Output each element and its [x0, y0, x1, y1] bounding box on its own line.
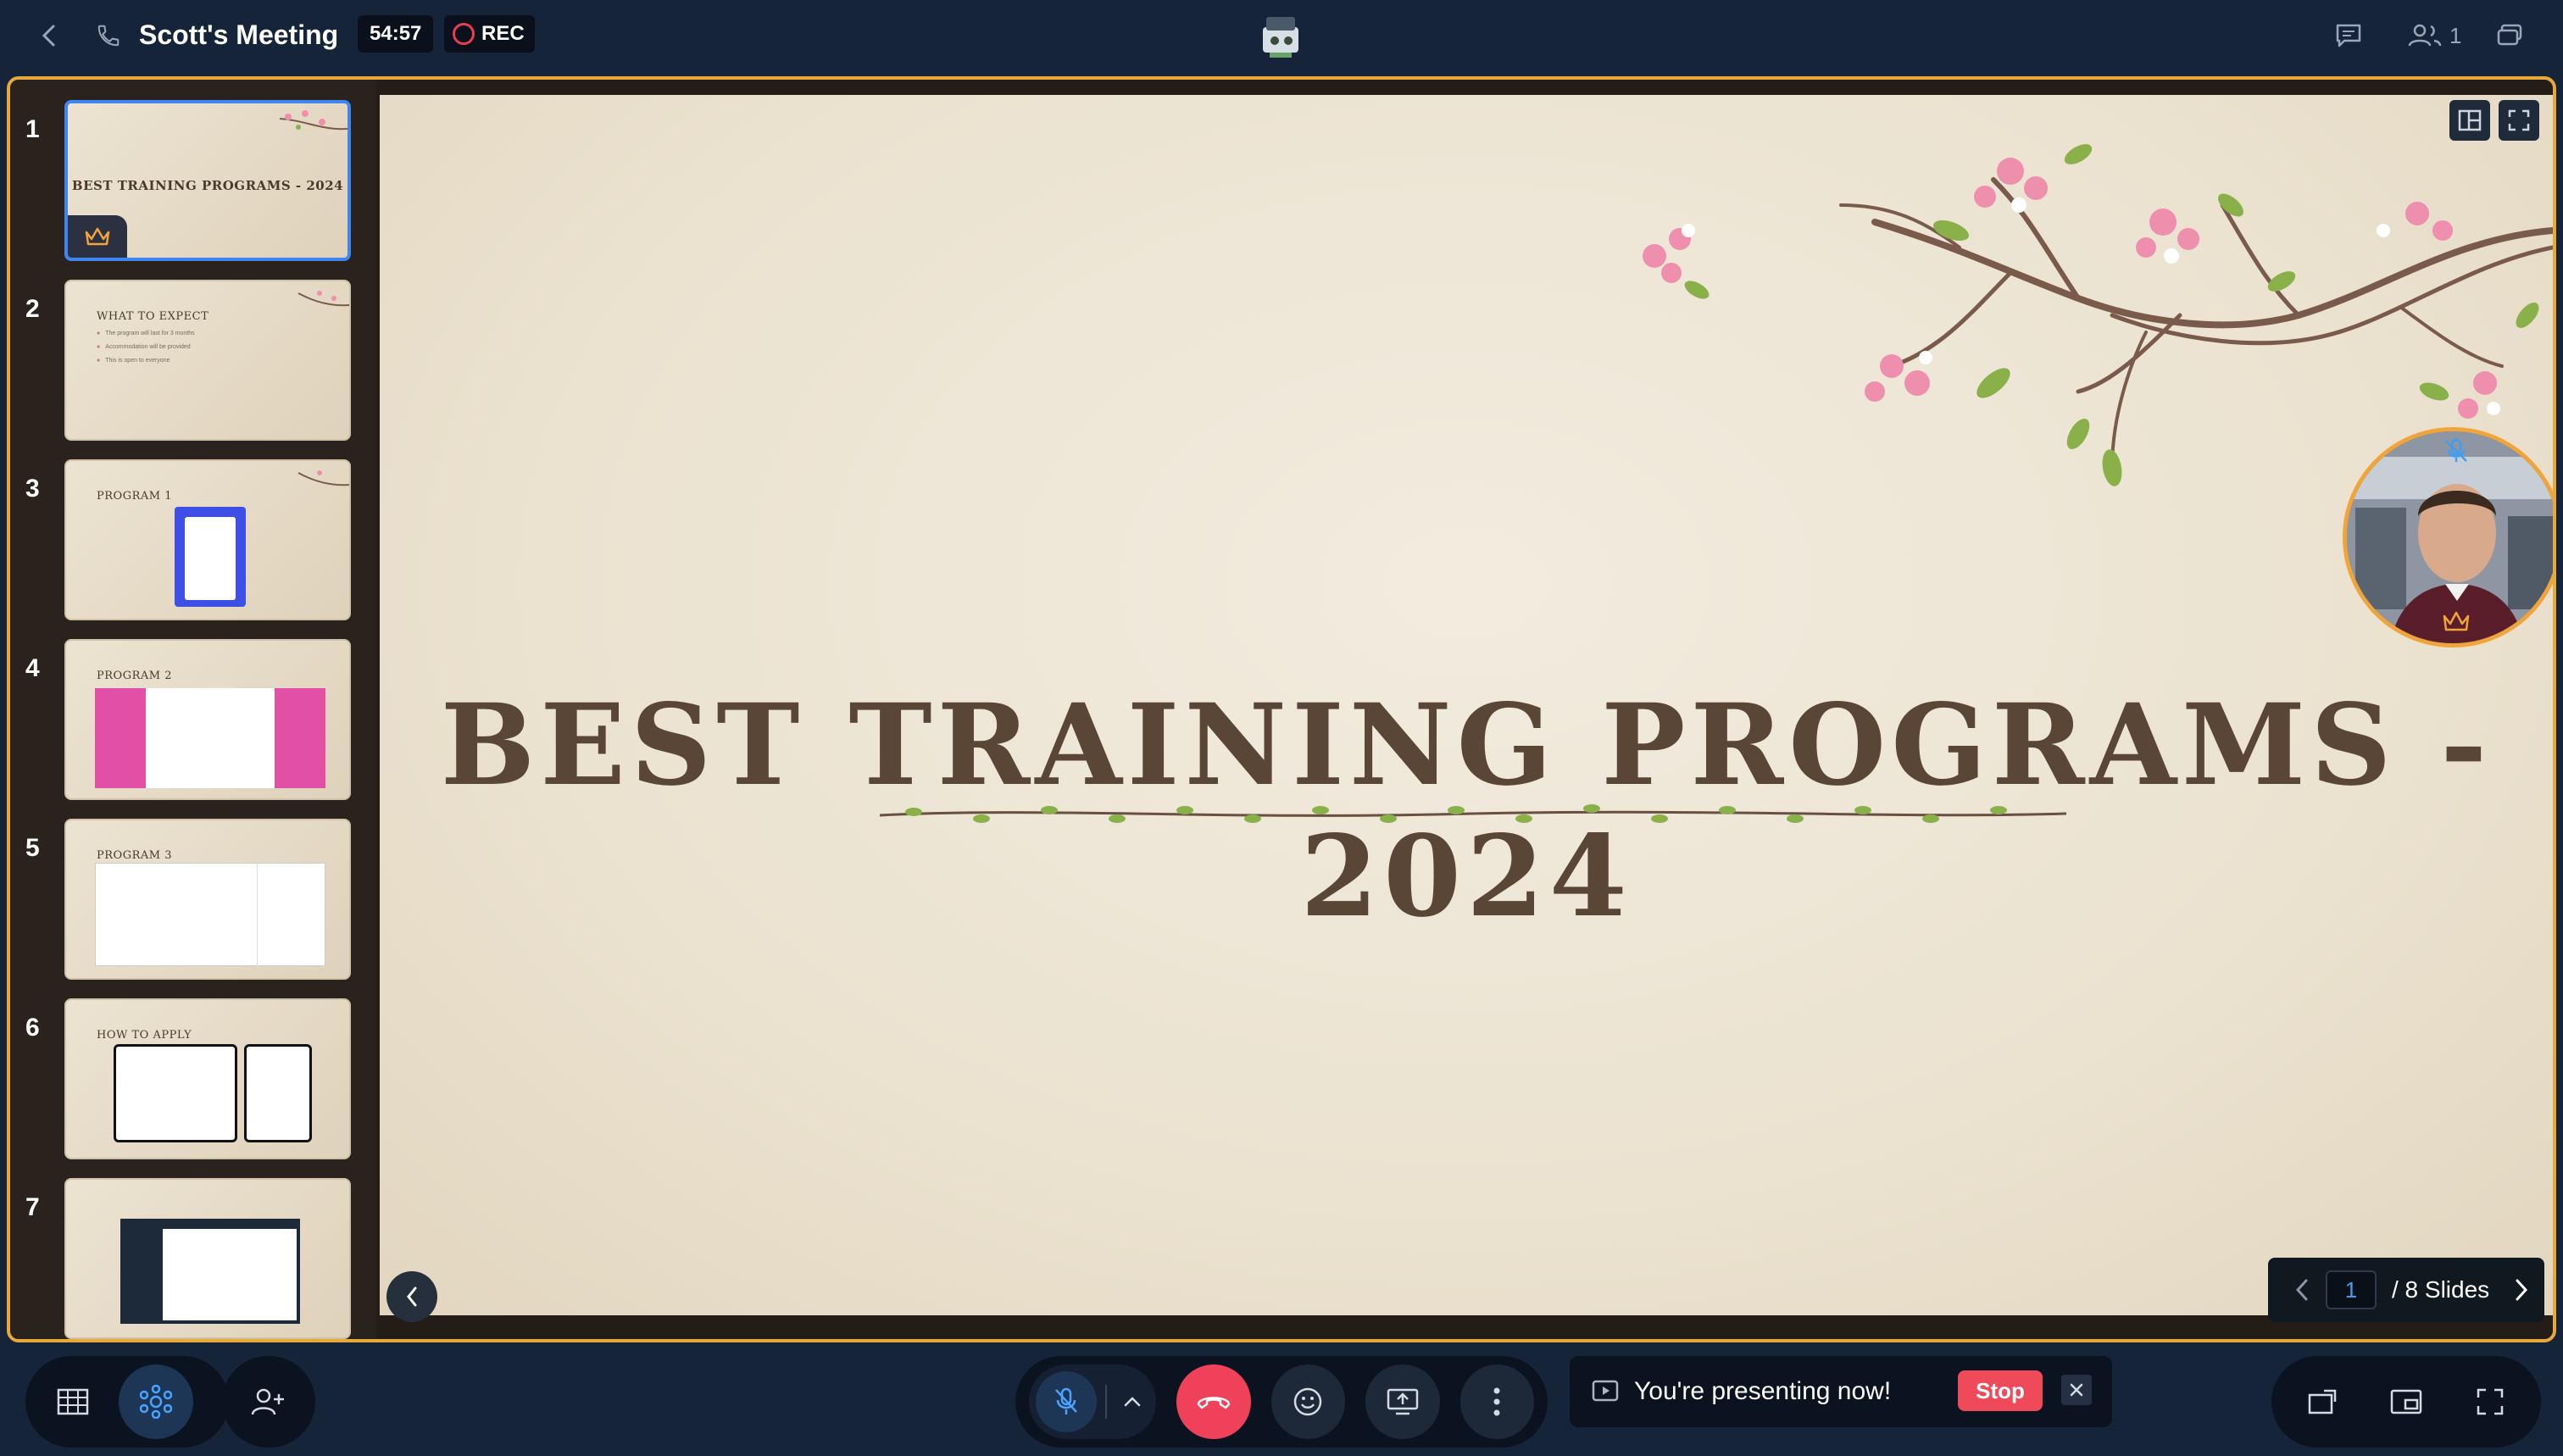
list-screenshot	[95, 863, 325, 967]
thumbnail-slide-4[interactable]: 4 PROGRAM 2	[10, 639, 376, 805]
main-slide: BEST TRAINING PROGRAMS - 2024 1 / 8 Slid…	[380, 95, 2553, 1322]
muted-mic-icon	[2442, 436, 2471, 470]
thumbnail-slide-5[interactable]: 5 PROGRAM 3	[10, 819, 376, 985]
more-options-icon[interactable]	[1459, 1364, 1534, 1439]
thumbnail-image[interactable]: WHAT TO EXPECT The program will last for…	[64, 280, 351, 441]
stop-presenting-button[interactable]: Stop	[1958, 1370, 2043, 1411]
thumbnail-number: 7	[25, 1193, 40, 1221]
thumbnail-image[interactable]: PROGRAM 3	[64, 819, 351, 980]
layout-toggle-icon[interactable]	[2449, 100, 2490, 141]
previous-slide-icon[interactable]	[2282, 1278, 2322, 1302]
host-crown-icon	[2442, 609, 2471, 637]
divider	[1105, 1385, 1107, 1419]
phone-screenshot	[175, 507, 246, 607]
left-controls	[25, 1356, 229, 1448]
thumbnail-slide-2[interactable]: 2 WHAT TO EXPECT The program will last f…	[10, 280, 376, 446]
thumbnail-number: 6	[25, 1014, 40, 1042]
emoji-icon[interactable]	[1270, 1364, 1345, 1439]
presenting-text: You're presenting now!	[1634, 1377, 1892, 1405]
thumbnail-title: BEST TRAINING PROGRAMS - 2024	[71, 178, 344, 193]
thumbnail-bullets: The program will last for 3 months Accom…	[97, 327, 195, 368]
app-logo	[1253, 8, 1309, 63]
thumbnail-image[interactable]: HOW TO APPLY	[64, 998, 351, 1159]
grid-view-icon[interactable]	[36, 1364, 110, 1439]
thumbnail-slide-1[interactable]: 1 BEST TRAINING PROGRAMS - 2024	[10, 100, 376, 266]
chevron-left-icon	[407, 1287, 417, 1307]
thumbnail-number: 1	[25, 115, 40, 143]
app-screenshot	[114, 1044, 237, 1142]
thumbnail-title: PROGRAM 3	[97, 849, 172, 862]
chat-screenshot	[95, 688, 325, 788]
end-call-icon[interactable]	[1176, 1364, 1251, 1439]
thumbnail-number: 5	[25, 834, 40, 862]
fullscreen-slide-icon[interactable]	[2499, 100, 2539, 141]
participants-count: 1	[2449, 22, 2462, 48]
chevron-up-icon[interactable]	[1115, 1396, 1149, 1408]
thumbnail-number: 2	[25, 295, 40, 323]
add-user-icon[interactable]	[231, 1364, 305, 1439]
bottom-toolbar: You're presenting now! Stop	[0, 1348, 2563, 1456]
meeting-title: Scott's Meeting	[139, 19, 339, 50]
mic-muted-icon[interactable]	[1036, 1371, 1097, 1432]
next-slide-icon[interactable]	[2501, 1278, 2542, 1302]
popout-window-icon[interactable]	[2285, 1364, 2359, 1439]
recording-badge[interactable]: REC	[444, 15, 535, 53]
thumbnail-title: PROGRAM 2	[97, 670, 172, 682]
top-bar: Scott's Meeting 54:57 REC 1	[0, 0, 2563, 71]
back-icon[interactable]	[32, 19, 66, 53]
dark-screenshot	[120, 1219, 300, 1324]
thumbnail-title: PROGRAM 1	[97, 490, 172, 503]
right-controls	[2271, 1356, 2541, 1448]
thumbnail-number: 3	[25, 475, 40, 503]
thumbnail-image[interactable]: PROGRAM 1	[64, 459, 351, 620]
picture-in-picture-icon[interactable]	[2369, 1364, 2443, 1439]
slide-thumbnail-panel[interactable]: 1 BEST TRAINING PROGRAMS - 2024 2 WHAT T…	[10, 80, 376, 1339]
thumbnail-image[interactable]	[64, 1178, 351, 1339]
presenting-banner: You're presenting now! Stop	[1570, 1356, 2112, 1427]
collapse-thumbnails-button[interactable]	[386, 1271, 437, 1322]
fullscreen-icon[interactable]	[2454, 1364, 2527, 1439]
invite-group	[222, 1356, 315, 1448]
mic-control	[1029, 1364, 1156, 1439]
app-screenshot	[244, 1044, 312, 1142]
thumbnail-title: WHAT TO EXPECT	[97, 310, 209, 323]
thumbnail-slide-7[interactable]: 7	[10, 1178, 376, 1339]
meeting-timer: 54:57	[358, 15, 434, 53]
presenter-video-tile[interactable]	[2343, 427, 2553, 647]
thumbnail-number: 4	[25, 654, 40, 682]
thumbnail-bullet: This is open to everyone	[97, 354, 195, 368]
center-controls	[1015, 1356, 1548, 1448]
thumbnail-bullet: Accommodation will be provided	[97, 341, 195, 354]
thumbnail-image[interactable]: PROGRAM 2	[64, 639, 351, 800]
presentation-stage: 1 BEST TRAINING PROGRAMS - 2024 2 WHAT T…	[7, 76, 2556, 1342]
participants-button[interactable]: 1	[2407, 17, 2461, 54]
slide-pager: 1 / 8 Slides	[2268, 1258, 2544, 1322]
thumbnail-bullet: The program will last for 3 months	[97, 327, 194, 341]
crown-icon	[68, 215, 127, 258]
slide-number-input[interactable]: 1	[2326, 1270, 2377, 1309]
close-icon[interactable]	[2061, 1375, 2092, 1405]
record-icon	[453, 23, 475, 45]
thumbnail-image[interactable]: BEST TRAINING PROGRAMS - 2024	[64, 100, 351, 261]
chat-icon[interactable]	[2334, 17, 2363, 54]
participants-icon	[2408, 24, 2442, 47]
apps-hub-icon[interactable]	[119, 1364, 193, 1439]
thumbnail-title: HOW TO APPLY	[97, 1029, 192, 1042]
recording-label: REC	[481, 22, 525, 45]
chat-bubble-icon[interactable]	[2495, 17, 2524, 54]
vine-divider	[880, 804, 2066, 823]
thumbnail-slide-3[interactable]: 3 PROGRAM 1	[10, 459, 376, 625]
presenting-icon	[1592, 1380, 1619, 1402]
phone-icon	[92, 19, 125, 53]
share-screen-icon[interactable]	[1365, 1364, 1440, 1439]
thumbnail-slide-6[interactable]: 6 HOW TO APPLY	[10, 998, 376, 1164]
slide-total-label: / 8 Slides	[2392, 1276, 2490, 1303]
